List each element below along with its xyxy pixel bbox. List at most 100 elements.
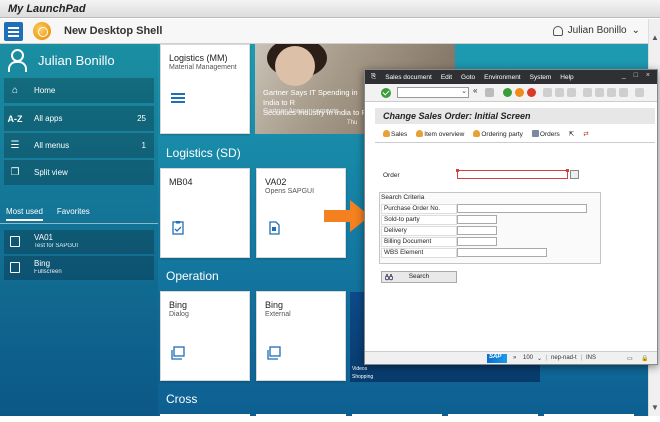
menu-system[interactable]: System xyxy=(530,74,552,81)
criteria-label-delivery: Delivery xyxy=(381,226,457,236)
status-client: 100 xyxy=(523,355,534,361)
menu-goto[interactable]: Goto xyxy=(461,74,475,81)
tile-title: Logistics (MM) xyxy=(169,53,228,63)
news-source: Gartner Announcements xyxy=(263,108,339,115)
user-header[interactable]: Julian Bonillo xyxy=(0,44,158,76)
window-title: My LaunchPad xyxy=(0,0,660,18)
scroll-down-icon[interactable]: ▼ xyxy=(651,403,659,412)
find-next-icon[interactable] xyxy=(567,88,576,97)
bing-preview-label: Videos xyxy=(352,366,368,372)
user-menu[interactable]: Julian Bonillo ⌄ xyxy=(552,25,640,36)
enter-icon[interactable] xyxy=(381,88,391,98)
next-page-icon[interactable] xyxy=(607,88,616,97)
pane-tabs: Most used Favorites xyxy=(6,207,154,221)
tab-favorites[interactable]: Favorites xyxy=(57,207,90,221)
export-icon[interactable]: ⇱ xyxy=(569,130,574,138)
tile-cross-partial[interactable] xyxy=(448,414,538,416)
sold-to-party-input[interactable] xyxy=(457,215,497,224)
nav-item-all-apps[interactable]: A-Z All apps 25 xyxy=(4,106,154,131)
nav-item-label: Home xyxy=(34,86,56,95)
exit-icon[interactable] xyxy=(515,88,524,97)
status-separator: | xyxy=(546,355,548,361)
tile-bing-external[interactable]: Bing External xyxy=(256,291,346,381)
value-help-icon[interactable] xyxy=(570,170,579,179)
menu-icon: ☰ xyxy=(10,140,20,151)
tile-cross-partial[interactable] xyxy=(256,414,346,416)
wbs-element-input[interactable] xyxy=(457,248,547,257)
sapgui-menu-icon[interactable]: ⎘ xyxy=(371,73,376,81)
billing-document-input[interactable] xyxy=(457,237,497,246)
tile-title: MB04 xyxy=(169,177,193,187)
status-mode: INS xyxy=(586,355,597,361)
lock-icon[interactable]: 🔒 xyxy=(641,355,648,362)
status-bar: SAP » 100 ⌄ | nep-nad-t | INS ▭ 🔒 xyxy=(365,351,657,364)
nav-item-count: 25 xyxy=(137,114,146,123)
tile-cross-partial[interactable] xyxy=(160,414,250,416)
tile-bing-dialog[interactable]: Bing Dialog xyxy=(160,291,250,381)
launchpad-logo-icon[interactable] xyxy=(33,22,51,40)
delivery-input[interactable] xyxy=(457,226,497,235)
order-input[interactable] xyxy=(456,169,569,179)
nav-item-all-menus[interactable]: ☰ All menus 1 xyxy=(4,133,154,158)
tile-title: Bing xyxy=(265,300,284,310)
sap-logo: SAP xyxy=(487,354,507,363)
most-used-item-bing[interactable]: Bing Fullscreen xyxy=(4,256,154,280)
news-date: Thu xyxy=(347,120,358,126)
tile-subtitle: External xyxy=(265,311,291,318)
sales-button[interactable]: Sales xyxy=(383,130,407,138)
print-icon[interactable] xyxy=(543,88,552,97)
message-icon[interactable]: ▭ xyxy=(627,355,633,362)
transfer-icon[interactable]: ⇄ xyxy=(583,130,588,138)
sapgui-window: ⎘ Sales document Edit Goto Environment S… xyxy=(364,69,658,365)
chevron-down-icon[interactable]: ⌄ xyxy=(537,355,542,362)
tile-cross-partial[interactable] xyxy=(544,414,634,416)
tile-title: Bing xyxy=(169,300,188,310)
sapgui-icon xyxy=(10,236,20,247)
binoculars-icon xyxy=(385,274,393,281)
ordering-party-button[interactable]: Ordering party xyxy=(473,130,523,138)
cancel-icon[interactable] xyxy=(527,88,536,97)
chevron-down-icon[interactable]: ⌄ xyxy=(461,87,467,95)
scroll-up-icon[interactable]: ▲ xyxy=(651,33,659,42)
tile-cross-partial[interactable] xyxy=(352,414,442,416)
menu-edit[interactable]: Edit xyxy=(441,74,452,81)
group-title-cross: Cross xyxy=(166,392,198,406)
hamburger-menu-button[interactable] xyxy=(4,22,23,41)
criteria-label-sold-to-party: Sold-to party xyxy=(381,215,457,225)
orders-button[interactable]: Orders xyxy=(532,130,560,138)
shell-bar: New Desktop Shell Julian Bonillo ⌄ xyxy=(0,19,648,44)
sapgui-menubar: ⎘ Sales document Edit Goto Environment S… xyxy=(365,70,657,84)
most-used-item-va01[interactable]: VA01 Test for SAPGUI xyxy=(4,230,154,254)
menu-environment[interactable]: Environment xyxy=(484,74,521,81)
item-overview-button[interactable]: Item overview xyxy=(416,130,464,138)
status-expand-icon[interactable]: » xyxy=(513,355,516,361)
news-photo-face xyxy=(275,46,315,86)
save-icon[interactable] xyxy=(485,88,494,97)
window-controls[interactable]: _ □ × xyxy=(622,72,653,79)
last-page-icon[interactable] xyxy=(619,88,628,97)
previous-page-icon[interactable] xyxy=(595,88,604,97)
find-icon[interactable] xyxy=(555,88,564,97)
back-history-icon[interactable]: « xyxy=(473,86,482,95)
window-icon xyxy=(171,346,185,360)
nav-item-split-view[interactable]: ❐ Split view xyxy=(4,160,154,185)
avatar-icon xyxy=(8,49,27,72)
sapgui-system-toolbar: ⌄ « xyxy=(365,84,657,102)
search-button[interactable]: Search xyxy=(381,271,457,283)
menu-help[interactable]: Help xyxy=(560,74,573,81)
user-menu-name: Julian Bonillo xyxy=(567,25,627,36)
command-field[interactable]: ⌄ xyxy=(397,87,469,98)
tab-most-used[interactable]: Most used xyxy=(6,207,43,221)
purchase-order-input[interactable] xyxy=(457,204,587,213)
layout-icon[interactable] xyxy=(635,88,644,97)
nav-item-home[interactable]: ⌂ Home xyxy=(4,78,154,103)
menu-sales-document[interactable]: Sales document xyxy=(385,74,432,81)
fullscreen-icon xyxy=(10,262,20,273)
tile-title: VA02 xyxy=(265,177,287,187)
tile-logistics-mm[interactable]: Logistics (MM) Material Management xyxy=(160,44,250,134)
criteria-label-purchase-order: Purchase Order No. xyxy=(381,204,457,214)
back-icon[interactable] xyxy=(503,88,512,97)
tile-mb04[interactable]: MB04 xyxy=(160,168,250,258)
first-page-icon[interactable] xyxy=(583,88,592,97)
most-used-subtitle: Fullscreen xyxy=(34,269,62,275)
